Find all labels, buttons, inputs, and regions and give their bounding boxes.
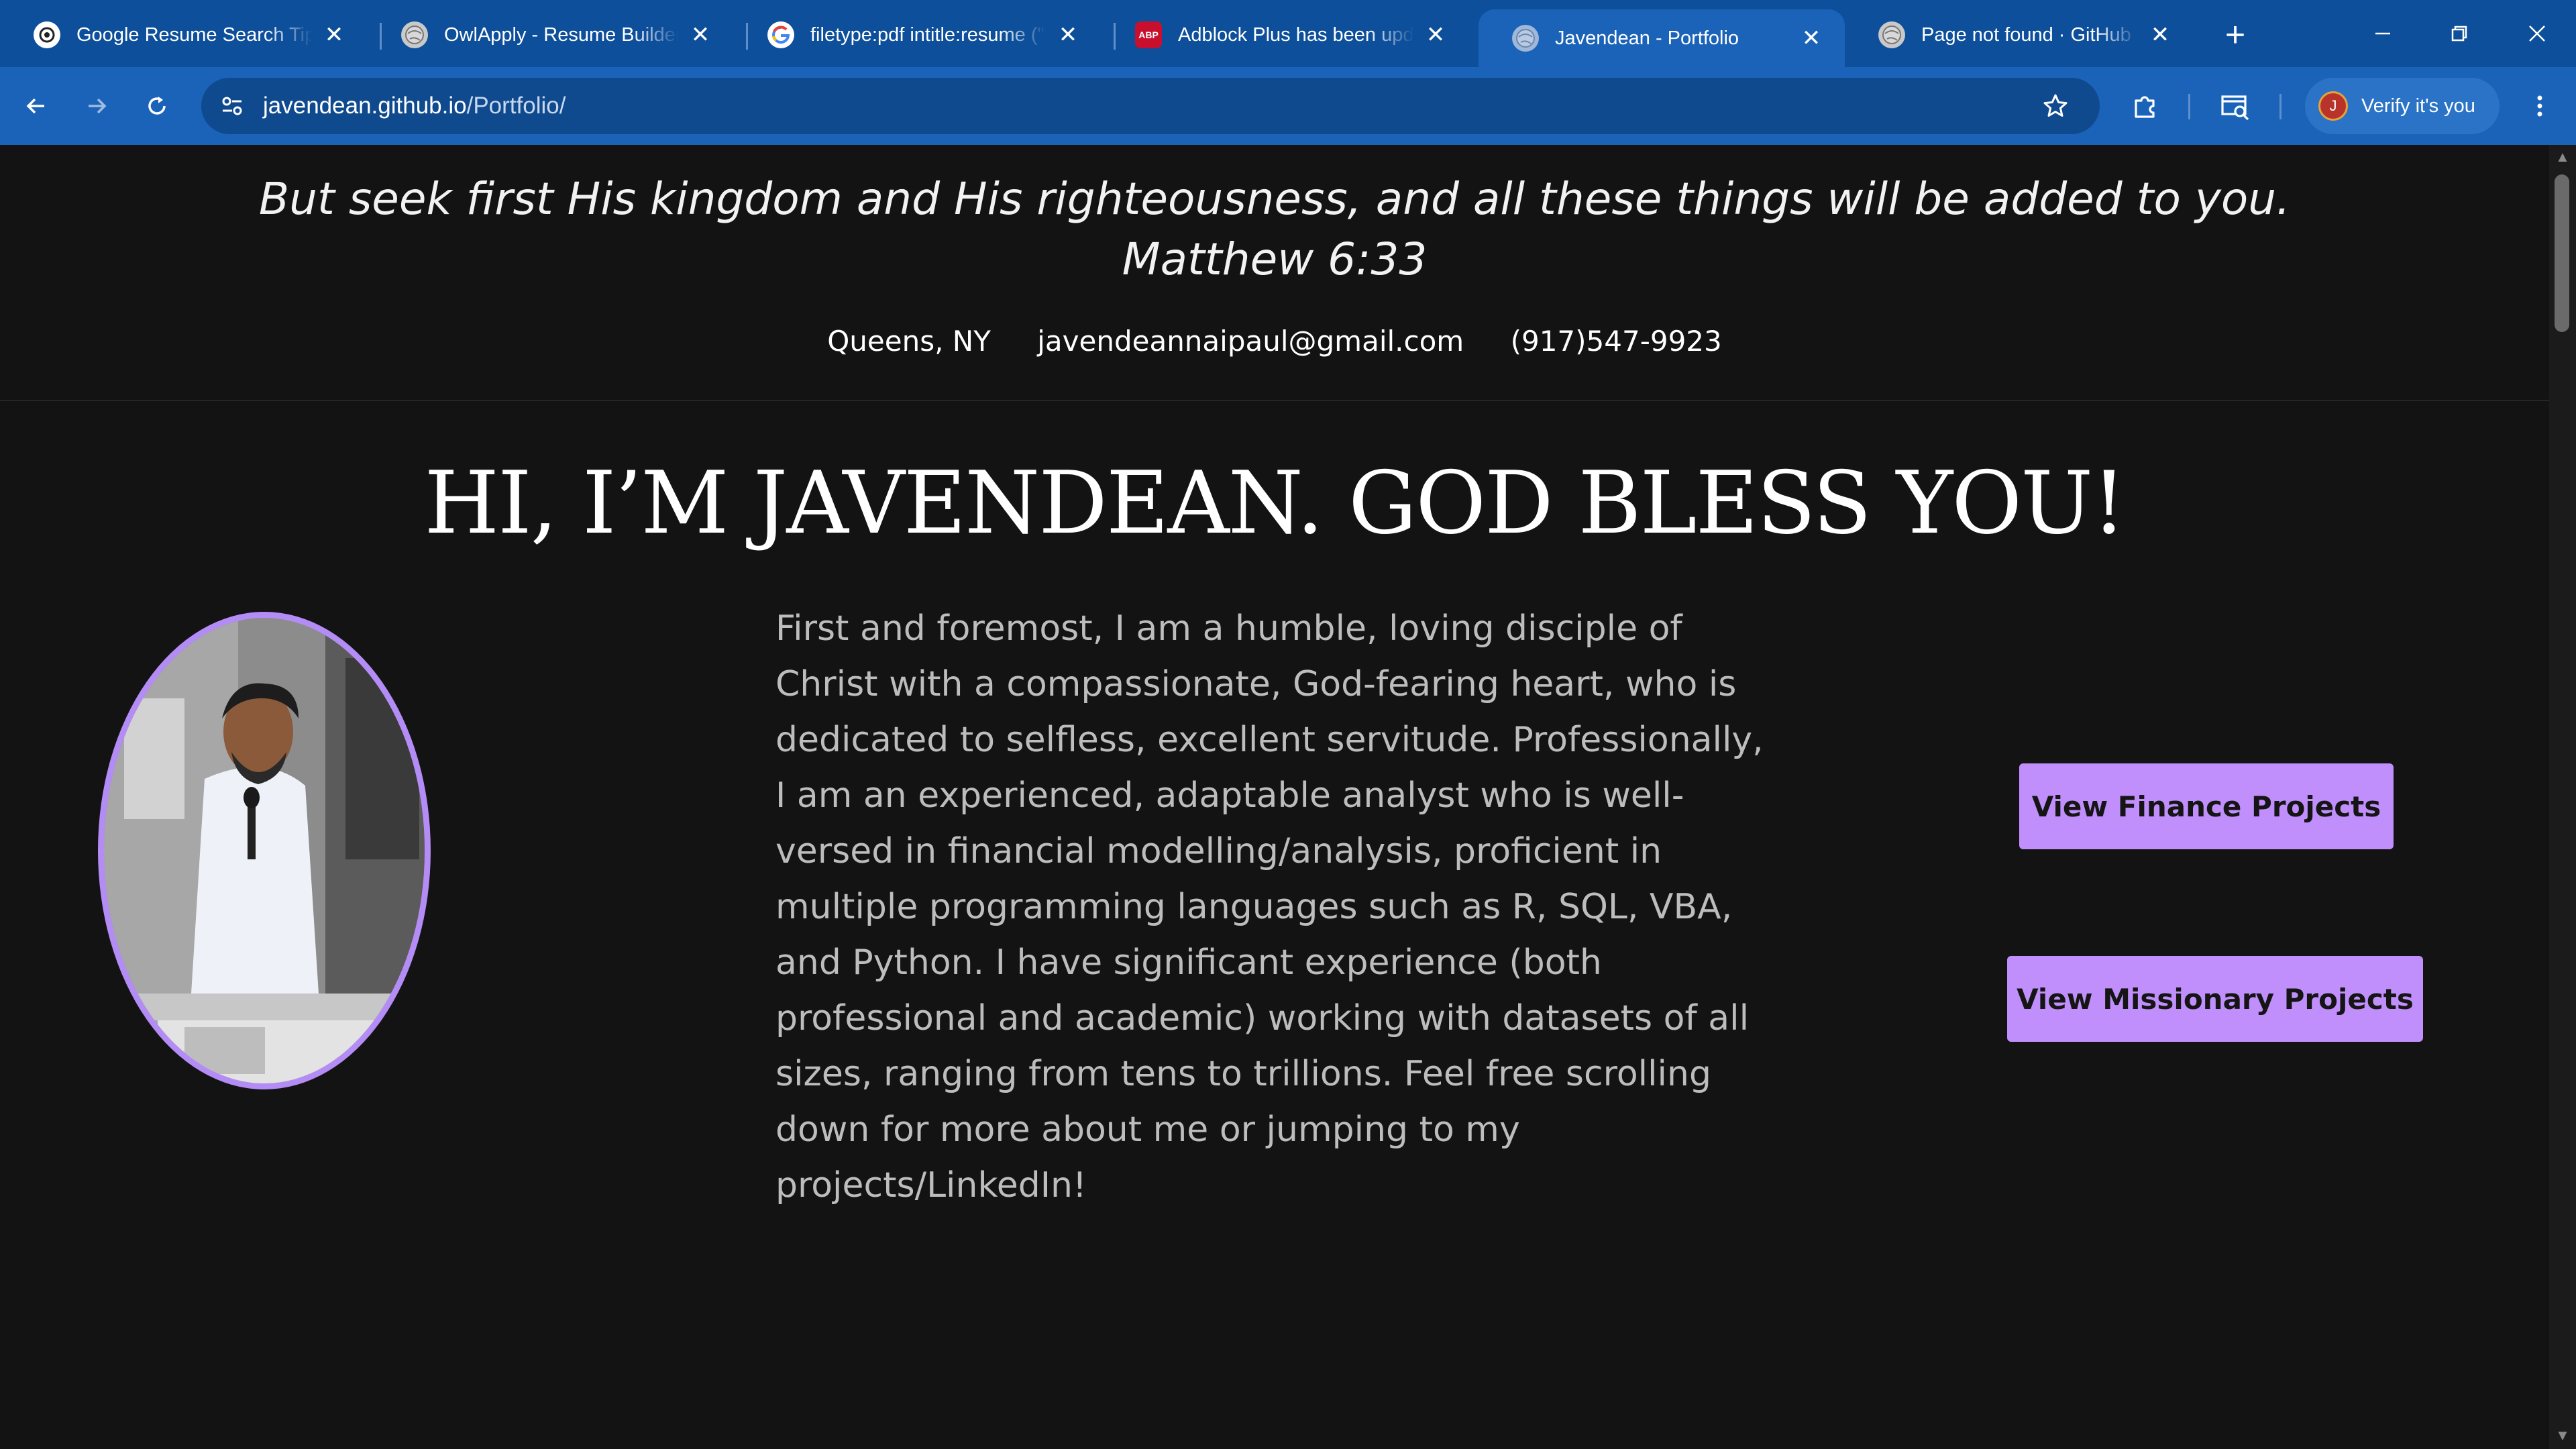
verse-reference: Matthew 6:33: [1122, 233, 1428, 285]
minimize-icon[interactable]: [2349, 7, 2416, 60]
tab-title: filetype:pdf intitle:resume (": [810, 23, 1044, 46]
profile-photo: [98, 612, 431, 1089]
extensions-puzzle-icon[interactable]: [2125, 86, 2165, 126]
close-icon[interactable]: ✕: [319, 20, 349, 50]
tab-page-not-found[interactable]: Page not found · GitHub Pa ✕: [1845, 9, 2194, 60]
contact-location: Queens, NY: [827, 325, 991, 358]
tab-title: Javendean - Portfolio: [1555, 27, 1739, 49]
tab-strip: Google Resume Search Tips ✕ OwlApply - R…: [0, 0, 2576, 67]
bible-verse: But seek first His kingdom and His right…: [258, 173, 2291, 225]
close-icon[interactable]: ✕: [1421, 20, 1450, 50]
view-missionary-projects-button[interactable]: View Missionary Projects: [2007, 956, 2423, 1042]
verify-profile-button[interactable]: J Verify it's you: [2305, 78, 2500, 134]
tab-javendean-portfolio[interactable]: Javendean - Portfolio ✕: [1479, 9, 1845, 67]
scroll-down-arrow-icon[interactable]: ▼: [2555, 1428, 2571, 1444]
scroll-up-arrow-icon[interactable]: ▲: [2555, 149, 2571, 165]
forward-arrow-icon[interactable]: [76, 86, 117, 126]
tab-owlapply[interactable]: OwlApply - Resume Builder ✕: [368, 9, 734, 60]
tab-title: OwlApply - Resume Builder: [444, 23, 679, 46]
view-finance-projects-button[interactable]: View Finance Projects: [2019, 763, 2394, 849]
bio-paragraph: First and foremost, I am a humble, lovin…: [775, 608, 1764, 1205]
url-text[interactable]: javendean.github.io/Portfolio/: [263, 78, 566, 134]
google-icon: [767, 21, 794, 48]
globe-icon: [401, 21, 428, 48]
verify-label: Verify it's you: [2361, 95, 2475, 117]
abp-icon: ABP: [1135, 21, 1162, 48]
tab-search-icon[interactable]: [2215, 86, 2255, 126]
contact-bar: Queens, NY javendeannaipaul@gmail.com (9…: [0, 325, 2549, 358]
tab-title: Page not found · GitHub Pa: [1921, 23, 2139, 46]
globe-icon: [1878, 21, 1905, 48]
close-icon[interactable]: ✕: [1053, 20, 1083, 50]
close-icon[interactable]: ✕: [2145, 20, 2175, 50]
header-divider: [0, 400, 2549, 401]
site-settings-icon[interactable]: [219, 93, 246, 119]
avatar: J: [2318, 91, 2348, 121]
new-tab-plus-icon[interactable]: +: [2215, 15, 2255, 55]
restore-icon[interactable]: [2426, 7, 2493, 60]
browser-toolbar: javendean.github.io/Portfolio/ J Verify …: [0, 67, 2576, 145]
back-arrow-icon[interactable]: [16, 86, 56, 126]
contact-phone[interactable]: (917)547-9923: [1511, 325, 1722, 358]
close-icon[interactable]: ✕: [1796, 23, 1826, 53]
scrollbar-thumb[interactable]: [2555, 174, 2569, 332]
url-path: /Portfolio/: [466, 93, 566, 119]
kebab-menu-icon[interactable]: [2520, 86, 2560, 126]
tab-title: Adblock Plus has been upd: [1178, 23, 1414, 46]
reload-icon[interactable]: [137, 86, 177, 126]
bookmark-star-icon[interactable]: [2042, 93, 2069, 119]
address-bar[interactable]: javendean.github.io/Portfolio/: [201, 78, 2100, 134]
scrollbar-track[interactable]: [2549, 145, 2576, 1449]
toolbar-separator: [2188, 94, 2190, 119]
tab-filetype-pdf[interactable]: filetype:pdf intitle:resume (" ✕: [734, 9, 1102, 60]
tab-title: Google Resume Search Tips: [76, 23, 313, 46]
url-host: javendean.github.io: [263, 93, 467, 119]
tab-adblock-plus[interactable]: ABP Adblock Plus has been upd ✕: [1102, 9, 1469, 60]
contact-email[interactable]: javendeannaipaul@gmail.com: [1037, 325, 1464, 358]
chatgpt-icon: [34, 21, 60, 48]
toolbar-separator: [2279, 94, 2282, 119]
tab-google-resume-search-tips[interactable]: Google Resume Search Tips ✕: [0, 9, 368, 60]
globe-icon: [1512, 25, 1539, 52]
window-close-icon[interactable]: [2504, 7, 2571, 60]
page-title: HI, I’M JAVENDEAN. GOD BLESS YOU!: [424, 453, 2126, 553]
close-icon[interactable]: ✕: [686, 20, 715, 50]
page-viewport: But seek first His kingdom and His right…: [0, 145, 2549, 1449]
